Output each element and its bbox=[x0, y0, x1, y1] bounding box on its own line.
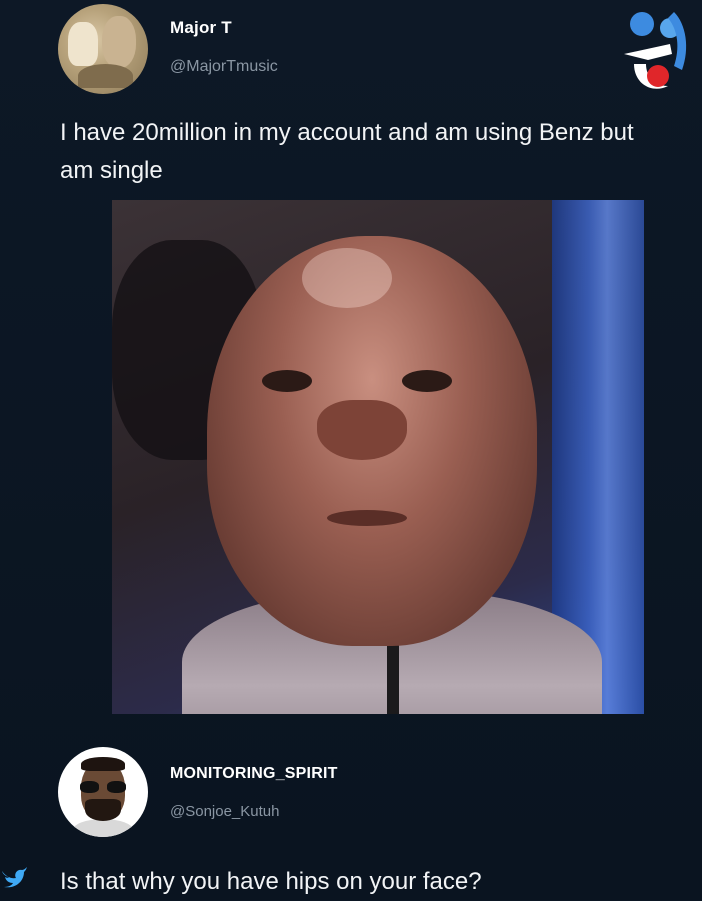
photo-eye bbox=[262, 370, 312, 392]
avatar-shape bbox=[85, 799, 121, 821]
twitter-bird-icon bbox=[2, 867, 27, 888]
author-handle[interactable]: @MajorTmusic bbox=[170, 58, 278, 76]
avatar-shape bbox=[68, 22, 98, 66]
avatar-shape bbox=[78, 64, 133, 88]
avatar-shape bbox=[81, 757, 125, 771]
photo-mouth bbox=[327, 510, 407, 526]
tweet-text: I have 20million in my account and am us… bbox=[60, 119, 634, 184]
avatar-shape bbox=[102, 16, 136, 68]
photo-forehead-shine bbox=[302, 248, 392, 308]
tweet-photo[interactable] bbox=[112, 200, 644, 714]
photo-eye bbox=[402, 370, 452, 392]
author-name[interactable]: Major T bbox=[170, 18, 232, 38]
avatar-shape bbox=[73, 819, 133, 837]
original-tweet: Major T @MajorTmusic I have 20million in… bbox=[0, 0, 702, 735]
reply-text: Is that why you have hips on your face? bbox=[60, 868, 482, 895]
author-name[interactable]: MONITORING_SPIRIT bbox=[170, 765, 338, 783]
photo-nose bbox=[317, 400, 407, 460]
avatar[interactable] bbox=[58, 747, 148, 837]
author-handle[interactable]: @Sonjoe_Kutuh bbox=[170, 803, 279, 820]
sunglasses bbox=[80, 781, 126, 793]
reply-tweet: MONITORING_SPIRIT @Sonjoe_Kutuh Is that … bbox=[0, 735, 702, 900]
avatar[interactable] bbox=[58, 4, 148, 94]
